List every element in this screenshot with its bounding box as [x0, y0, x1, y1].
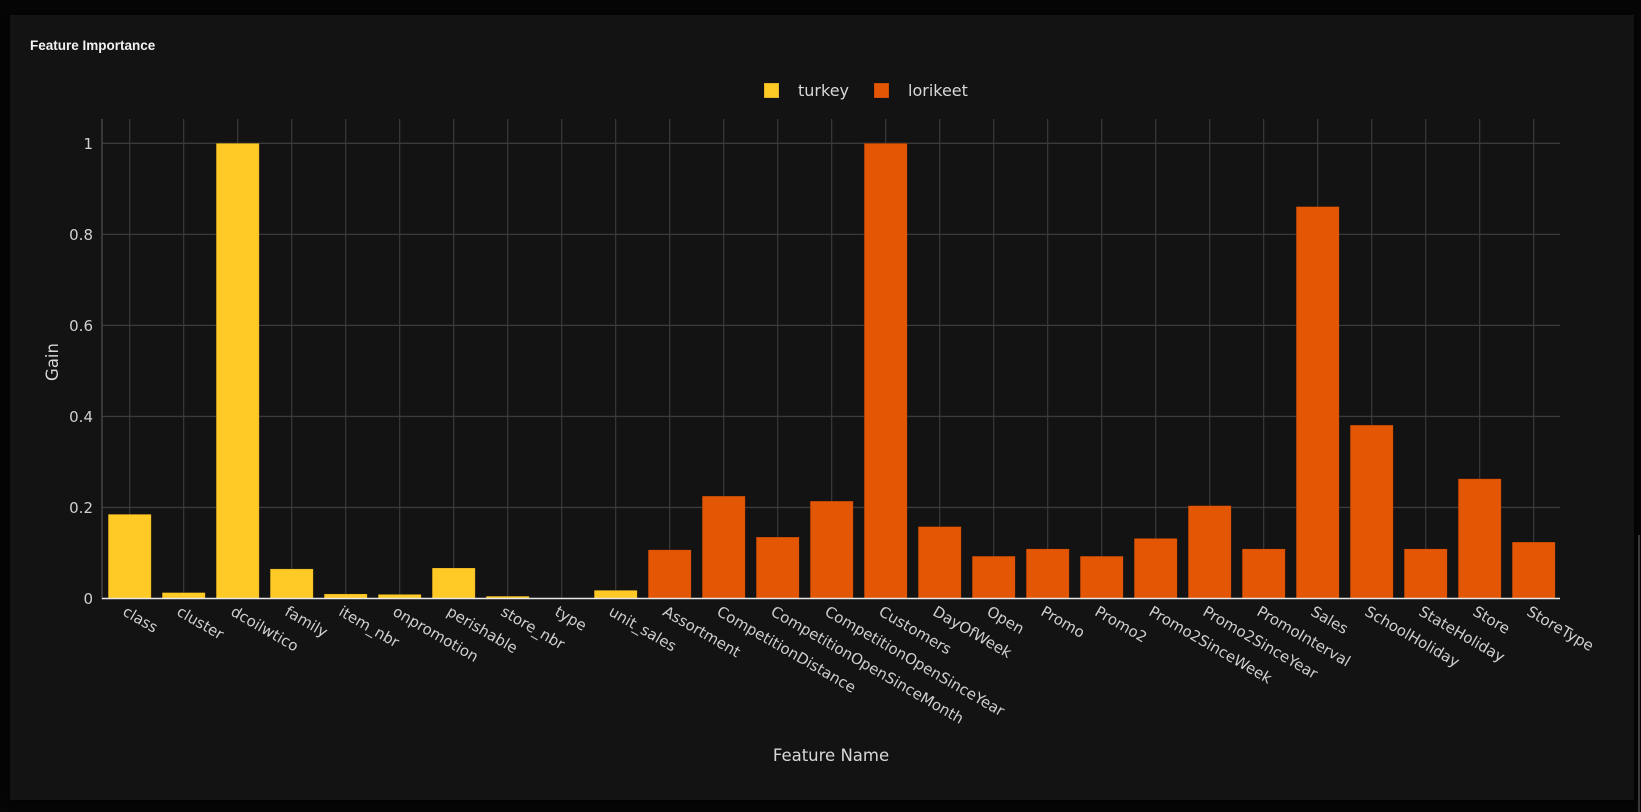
bar-PromoInterval[interactable] [1241, 548, 1286, 599]
bar-CompetitionOpenSinceYear[interactable] [809, 500, 854, 599]
x-tick-label: StoreType [1524, 602, 1597, 655]
x-axis-title: Feature Name [773, 746, 889, 765]
bar-SchoolHoliday[interactable] [1349, 424, 1394, 599]
bar-StoreType[interactable] [1511, 541, 1556, 599]
bar-Customers[interactable] [863, 143, 908, 599]
legend-label: lorikeet [908, 81, 968, 100]
bar-Store[interactable] [1457, 478, 1502, 599]
x-tick-labels: class cluster dcoilwticofamily item_nbronpr… [120, 602, 1597, 727]
y-tick-label: 0.8 [69, 226, 93, 244]
bar-CompetitionOpenSinceMonth[interactable] [755, 536, 800, 599]
y-tick-labels: 0 0.2 0.4 0.6 0.8 1 [69, 135, 93, 608]
bar-unit_sales[interactable] [593, 590, 638, 599]
legend-label: turkey [798, 81, 849, 100]
y-tick-label: 0 [83, 590, 93, 608]
bar-Assortment[interactable] [647, 549, 692, 599]
bar-perishable[interactable] [431, 567, 476, 599]
x-tick-label: class [120, 602, 161, 636]
bar-Open[interactable] [971, 555, 1016, 599]
bar-Promo[interactable] [1025, 548, 1070, 599]
y-tick-label: 0.6 [69, 317, 93, 335]
legend: turkey lorikeet [763, 81, 968, 100]
bar-dcoilwtico[interactable] [215, 143, 260, 599]
bar-family[interactable] [269, 568, 314, 599]
y-tick-label: 0.4 [69, 408, 93, 426]
x-tick-label: type [552, 602, 590, 634]
x-tick-label: item_nbr [335, 602, 403, 652]
y-axis-title: Gain [43, 343, 62, 381]
x-tick-label: Promo [1038, 602, 1088, 641]
x-tick-label: SchoolHoliday [1362, 602, 1463, 671]
bar-StateHoliday[interactable] [1403, 548, 1448, 599]
bar-DayOfWeek[interactable] [917, 526, 962, 599]
y-gridlines [102, 142, 1560, 509]
x-tick-label: cluster [174, 602, 228, 644]
bar-cluster[interactable] [161, 592, 206, 599]
bar-Promo2SinceYear[interactable] [1187, 505, 1232, 599]
y-tick-label: 1 [83, 135, 93, 153]
bar-Promo2SinceWeek[interactable] [1133, 538, 1178, 599]
y-tick-label: 0.2 [69, 499, 93, 517]
bar-Promo2[interactable] [1079, 555, 1124, 599]
legend-swatch [763, 82, 780, 99]
bar-CompetitionDistance[interactable] [701, 495, 746, 599]
legend-item-lorikeet[interactable]: lorikeet [873, 81, 968, 100]
x-tick-label: Promo2 [1092, 602, 1150, 646]
bar-class[interactable] [107, 513, 152, 599]
legend-item-turkey[interactable]: turkey [763, 81, 849, 100]
bar-Sales[interactable] [1295, 206, 1340, 599]
legend-swatch [873, 82, 890, 99]
bar-chart: 00.20.40.60.81 class cluster dcoilwticofam… [43, 81, 1597, 765]
